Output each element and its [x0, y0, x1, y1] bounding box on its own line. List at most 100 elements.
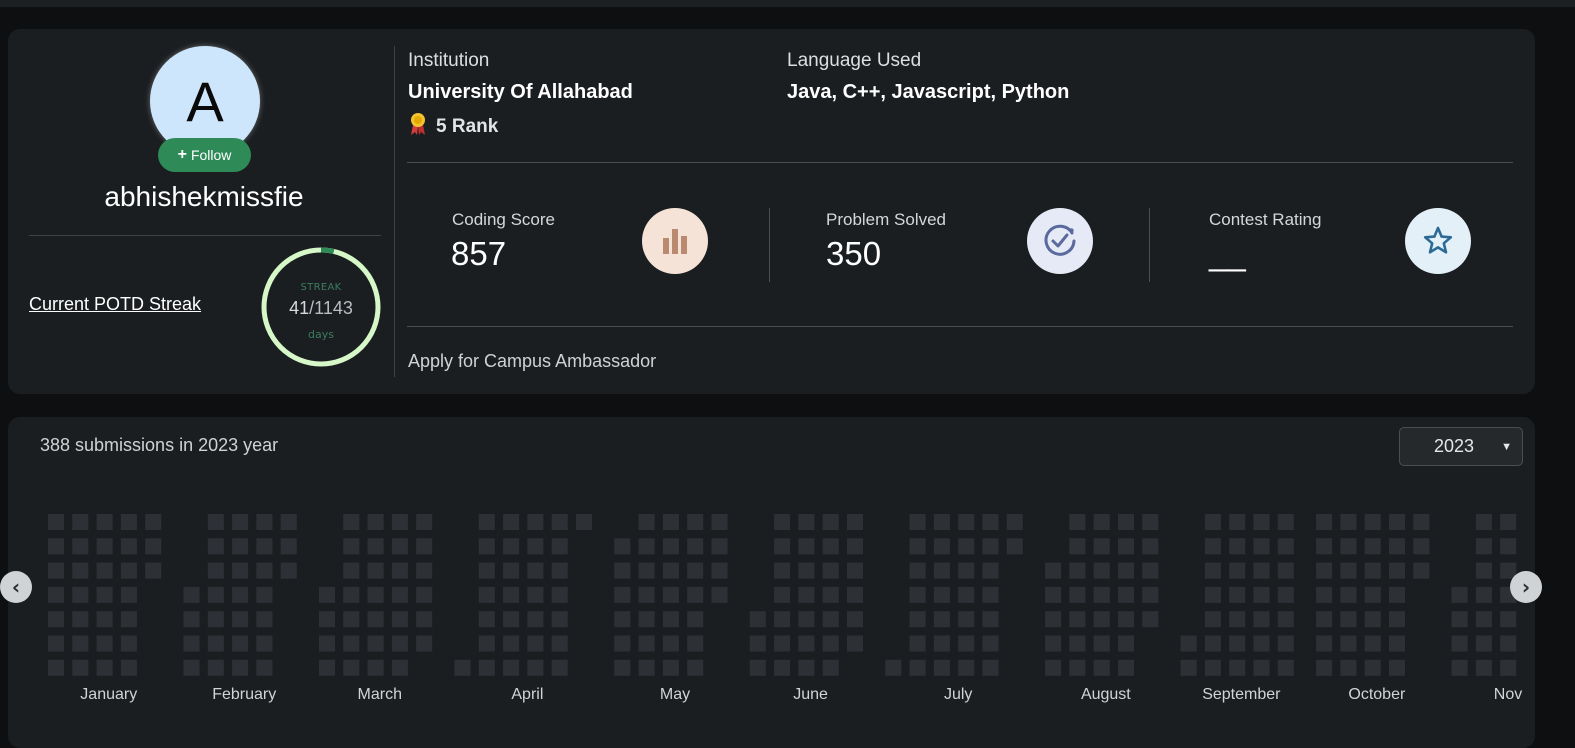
heatmap-day-cell[interactable] [478, 514, 495, 530]
heatmap-day-cell[interactable] [576, 514, 592, 530]
scroll-right-button[interactable]: › [1510, 571, 1542, 603]
heatmap-day-cell[interactable] [847, 635, 863, 652]
heatmap-day-cell[interactable] [1316, 538, 1333, 555]
heatmap-day-cell[interactable] [687, 635, 704, 652]
heatmap-day-cell[interactable] [638, 514, 655, 530]
heatmap-day-cell[interactable] [1364, 586, 1381, 603]
heatmap-day-cell[interactable] [1389, 635, 1405, 652]
heatmap-day-cell[interactable] [1277, 586, 1294, 603]
heatmap-day-cell[interactable] [416, 611, 433, 628]
heatmap-day-cell[interactable] [909, 586, 926, 603]
heatmap-day-cell[interactable] [1389, 514, 1405, 530]
heatmap-day-cell[interactable] [774, 538, 791, 555]
heatmap-day-cell[interactable] [687, 586, 704, 603]
heatmap-day-cell[interactable] [503, 659, 520, 676]
heatmap-day-cell[interactable] [145, 538, 162, 555]
heatmap-day-cell[interactable] [527, 659, 544, 676]
heatmap-day-cell[interactable] [1045, 635, 1062, 652]
heatmap-day-cell[interactable] [1118, 635, 1134, 652]
heatmap-day-cell[interactable] [1389, 586, 1405, 603]
heatmap-day-cell[interactable] [1277, 562, 1294, 579]
heatmap-day-cell[interactable] [256, 635, 273, 652]
heatmap-day-cell[interactable] [847, 586, 863, 603]
heatmap-day-cell[interactable] [503, 635, 520, 652]
heatmap-day-cell[interactable] [391, 635, 408, 652]
heatmap-day-cell[interactable] [1389, 562, 1405, 579]
heatmap-day-cell[interactable] [798, 514, 815, 530]
heatmap-day-cell[interactable] [909, 611, 926, 628]
heatmap-day-cell[interactable] [551, 635, 568, 652]
heatmap-day-cell[interactable] [774, 514, 791, 530]
heatmap-day-cell[interactable] [958, 562, 975, 579]
heatmap-day-cell[interactable] [551, 562, 568, 579]
heatmap-day-cell[interactable] [1316, 635, 1333, 652]
heatmap-day-cell[interactable] [933, 659, 950, 676]
heatmap-day-cell[interactable] [343, 635, 360, 652]
heatmap-day-cell[interactable] [232, 514, 249, 530]
heatmap-day-cell[interactable] [96, 659, 113, 676]
heatmap-day-cell[interactable] [1093, 562, 1110, 579]
heatmap-day-cell[interactable] [367, 562, 384, 579]
institution-value[interactable]: University Of Allahabad [408, 81, 633, 104]
heatmap-day-cell[interactable] [120, 514, 137, 530]
heatmap-day-cell[interactable] [798, 635, 815, 652]
heatmap-day-cell[interactable] [662, 538, 679, 555]
heatmap-day-cell[interactable] [207, 635, 224, 652]
heatmap-day-cell[interactable] [72, 635, 89, 652]
heatmap-day-cell[interactable] [1118, 659, 1134, 676]
heatmap-day-cell[interactable] [1069, 514, 1086, 530]
heatmap-day-cell[interactable] [711, 586, 728, 603]
heatmap-day-cell[interactable] [1045, 659, 1062, 676]
heatmap-day-cell[interactable] [72, 538, 89, 555]
heatmap-day-cell[interactable] [1045, 611, 1062, 628]
heatmap-day-cell[interactable] [1229, 659, 1246, 676]
heatmap-day-cell[interactable] [256, 586, 273, 603]
heatmap-day-cell[interactable] [48, 514, 64, 530]
heatmap-day-cell[interactable] [1316, 514, 1333, 530]
heatmap-day-cell[interactable] [638, 538, 655, 555]
heatmap-day-cell[interactable] [1500, 538, 1517, 555]
heatmap-day-cell[interactable] [256, 514, 273, 530]
heatmap-day-cell[interactable] [1204, 514, 1221, 530]
heatmap-day-cell[interactable] [1316, 611, 1333, 628]
heatmap-day-cell[interactable] [1253, 538, 1270, 555]
heatmap-day-cell[interactable] [711, 538, 728, 555]
heatmap-day-cell[interactable] [551, 514, 568, 530]
heatmap-day-cell[interactable] [1093, 635, 1110, 652]
heatmap-day-cell[interactable] [503, 611, 520, 628]
heatmap-day-cell[interactable] [48, 538, 64, 555]
heatmap-day-cell[interactable] [503, 514, 520, 530]
heatmap-day-cell[interactable] [822, 562, 839, 579]
heatmap-day-cell[interactable] [774, 611, 791, 628]
heatmap-day-cell[interactable] [232, 562, 249, 579]
heatmap-day-cell[interactable] [982, 562, 999, 579]
heatmap-day-cell[interactable] [909, 514, 926, 530]
heatmap-day-cell[interactable] [614, 659, 631, 676]
heatmap-day-cell[interactable] [1118, 611, 1134, 628]
heatmap-day-cell[interactable] [120, 635, 137, 652]
heatmap-day-cell[interactable] [1253, 635, 1270, 652]
heatmap-day-cell[interactable] [207, 586, 224, 603]
heatmap-day-cell[interactable] [1413, 538, 1430, 555]
heatmap-day-cell[interactable] [1277, 635, 1294, 652]
heatmap-day-cell[interactable] [822, 659, 839, 676]
heatmap-day-cell[interactable] [1451, 659, 1468, 676]
heatmap-day-cell[interactable] [1069, 659, 1086, 676]
heatmap-day-cell[interactable] [933, 538, 950, 555]
heatmap-day-cell[interactable] [847, 562, 863, 579]
heatmap-day-cell[interactable] [1500, 514, 1517, 530]
heatmap-day-cell[interactable] [1475, 611, 1492, 628]
heatmap-day-cell[interactable] [1118, 514, 1134, 530]
heatmap-day-cell[interactable] [48, 586, 64, 603]
heatmap-day-cell[interactable] [48, 635, 64, 652]
heatmap-day-cell[interactable] [1500, 659, 1517, 676]
heatmap-day-cell[interactable] [614, 538, 631, 555]
heatmap-day-cell[interactable] [319, 586, 335, 603]
heatmap-day-cell[interactable] [207, 611, 224, 628]
heatmap-day-cell[interactable] [847, 514, 863, 530]
heatmap-day-cell[interactable] [1364, 514, 1381, 530]
heatmap-day-cell[interactable] [982, 586, 999, 603]
heatmap-day-cell[interactable] [343, 659, 360, 676]
heatmap-day-cell[interactable] [847, 611, 863, 628]
heatmap-day-cell[interactable] [96, 611, 113, 628]
